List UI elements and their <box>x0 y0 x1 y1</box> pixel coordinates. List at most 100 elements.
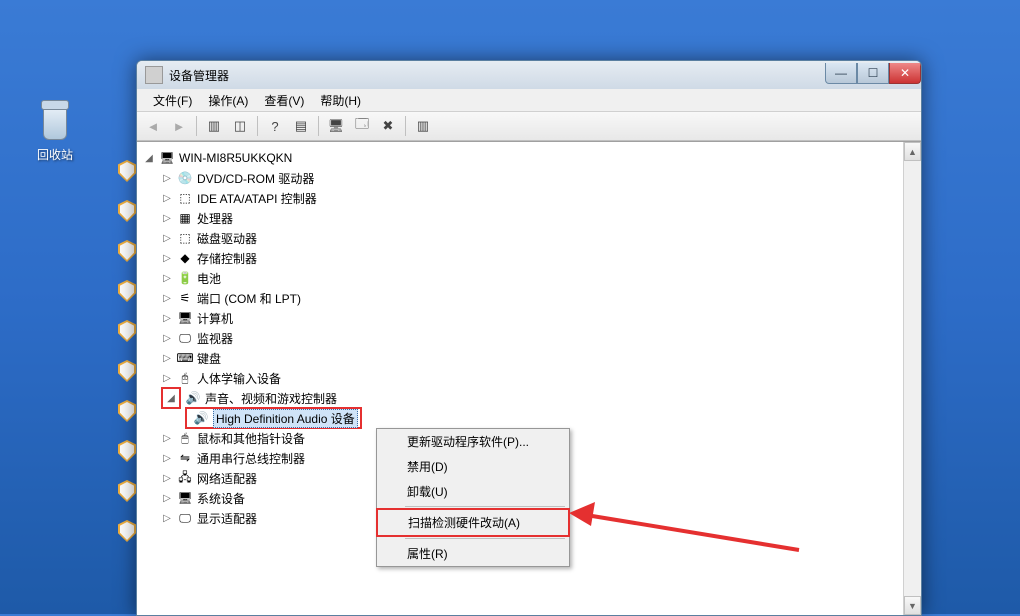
menu-help[interactable]: 帮助(H) <box>312 92 369 109</box>
recycle-bin-icon <box>37 100 73 140</box>
battery-icon: 🔋 <box>177 270 193 286</box>
expand-icon[interactable]: ▷ <box>161 433 173 444</box>
tree-node-sound[interactable]: ◢ 🔊声音、视频和游戏控制器 <box>143 388 915 408</box>
refresh-button[interactable]: 🖥 <box>324 114 348 138</box>
tool-button[interactable]: ◫ <box>228 114 252 138</box>
tree-node-hid[interactable]: ▷ 🖰人体学输入设备 <box>143 368 915 388</box>
monitor-icon: 🖵 <box>177 330 193 346</box>
disk-icon: ⬚ <box>177 230 193 246</box>
recycle-bin[interactable]: 回收站 <box>25 100 85 163</box>
node-label: 系统设备 <box>197 490 245 507</box>
titlebar[interactable]: 设备管理器 — ☐ ✕ <box>137 61 921 89</box>
recycle-bin-label: 回收站 <box>37 148 73 162</box>
computer-icon: 🖥 <box>159 150 175 166</box>
node-label: 电池 <box>197 270 221 287</box>
expand-icon[interactable]: ▷ <box>161 213 173 224</box>
node-label: 监视器 <box>197 330 233 347</box>
menu-action[interactable]: 操作(A) <box>200 92 256 109</box>
tree-node-ports[interactable]: ▷⚟端口 (COM 和 LPT) <box>143 288 915 308</box>
toolbar: ◄ ► ▥ ◫ ? ▤ 🖥 🗔 ✖ ▥ <box>137 112 921 141</box>
context-disable[interactable]: 禁用(D) <box>377 454 569 479</box>
expand-icon[interactable]: ▷ <box>161 233 173 244</box>
tree-node-storage[interactable]: ▷◆存储控制器 <box>143 248 915 268</box>
back-button[interactable]: ◄ <box>141 114 165 138</box>
usb-icon: ⇋ <box>177 450 193 466</box>
expand-icon[interactable]: ▷ <box>161 193 173 204</box>
window-icon <box>145 66 163 84</box>
shield-icon <box>118 480 136 502</box>
menu-view[interactable]: 查看(V) <box>256 92 312 109</box>
node-label: 显示适配器 <box>197 510 257 527</box>
tool-button[interactable]: ▥ <box>411 114 435 138</box>
tree-node-computer[interactable]: ▷🖥计算机 <box>143 308 915 328</box>
shield-icon <box>118 360 136 382</box>
expand-icon[interactable]: ▷ <box>161 173 173 184</box>
shield-icon <box>118 400 136 422</box>
shield-icon <box>118 440 136 462</box>
node-label: DVD/CD-ROM 驱动器 <box>197 170 314 187</box>
context-properties[interactable]: 属性(R) <box>377 541 569 566</box>
tree-node-sound-child[interactable]: 🔊 High Definition Audio 设备 <box>143 408 915 428</box>
scroll-down-button[interactable]: ▼ <box>904 596 921 615</box>
tree-node-dvd[interactable]: ▷ 💿DVD/CD-ROM 驱动器 <box>143 168 915 188</box>
tree-node-ide[interactable]: ▷⬚IDE ATA/ATAPI 控制器 <box>143 188 915 208</box>
menu-file[interactable]: 文件(F) <box>145 92 200 109</box>
display-icon: 🖵 <box>177 510 193 526</box>
shield-icon <box>118 160 136 182</box>
collapse-icon[interactable]: ◢ <box>165 393 177 404</box>
dvd-icon: 💿 <box>177 170 193 186</box>
node-label: 通用串行总线控制器 <box>197 450 305 467</box>
expand-icon[interactable]: ▷ <box>161 373 173 384</box>
expand-icon[interactable]: ▷ <box>161 493 173 504</box>
expand-icon[interactable]: ▷ <box>161 313 173 324</box>
scroll-up-button[interactable]: ▲ <box>904 142 921 161</box>
toolbar-separator <box>196 116 197 136</box>
scan-button[interactable]: 🗔 <box>350 114 374 138</box>
hid-icon: 🖰 <box>177 370 193 386</box>
node-label: 计算机 <box>197 310 233 327</box>
expand-icon[interactable]: ▷ <box>161 293 173 304</box>
forward-button[interactable]: ► <box>167 114 191 138</box>
expand-icon[interactable]: ▷ <box>161 453 173 464</box>
tool-button[interactable]: ▥ <box>202 114 226 138</box>
tool-button[interactable]: ✖ <box>376 114 400 138</box>
sound-icon: 🔊 <box>193 410 209 426</box>
vertical-scrollbar[interactable]: ▲ ▼ <box>903 142 921 615</box>
menubar: 文件(F) 操作(A) 查看(V) 帮助(H) <box>137 89 921 112</box>
selected-node-label: High Definition Audio 设备 <box>213 409 358 428</box>
node-label: 端口 (COM 和 LPT) <box>197 290 301 307</box>
context-menu: 更新驱动程序软件(P)... 禁用(D) 卸载(U) 扫描检测硬件改动(A) 属… <box>376 428 570 567</box>
tool-button[interactable]: ? <box>263 114 287 138</box>
context-uninstall[interactable]: 卸载(U) <box>377 479 569 504</box>
expand-icon[interactable]: ▷ <box>161 253 173 264</box>
tree-node-cpu[interactable]: ▷▦处理器 <box>143 208 915 228</box>
tree-node-keyboard[interactable]: ▷⌨键盘 <box>143 348 915 368</box>
node-label: 人体学输入设备 <box>197 370 281 387</box>
tree-node-battery[interactable]: ▷ 🔋电池 <box>143 268 915 288</box>
annotation-highlight: 🔊 High Definition Audio 设备 <box>185 407 362 429</box>
node-label: 键盘 <box>197 350 221 367</box>
toolbar-separator <box>257 116 258 136</box>
maximize-button[interactable]: ☐ <box>857 63 889 84</box>
node-label: 声音、视频和游戏控制器 <box>205 390 337 407</box>
tree-root[interactable]: ◢ 🖥 WIN-MI8R5UKKQKN <box>143 148 915 168</box>
storage-icon: ◆ <box>177 250 193 266</box>
toolbar-separator <box>318 116 319 136</box>
expand-icon[interactable]: ▷ <box>161 473 173 484</box>
shield-icon <box>118 200 136 222</box>
expand-icon[interactable]: ▷ <box>161 273 173 284</box>
context-scan-hardware[interactable]: 扫描检测硬件改动(A) <box>376 508 570 537</box>
tree-node-disk[interactable]: ▷⬚磁盘驱动器 <box>143 228 915 248</box>
menu-separator <box>405 506 565 507</box>
expand-icon[interactable]: ▷ <box>161 333 173 344</box>
tool-button[interactable]: ▤ <box>289 114 313 138</box>
tree-node-monitor[interactable]: ▷ 🖵监视器 <box>143 328 915 348</box>
close-button[interactable]: ✕ <box>889 63 921 84</box>
annotation-highlight: ◢ <box>161 387 181 409</box>
minimize-button[interactable]: — <box>825 63 857 84</box>
context-update-driver[interactable]: 更新驱动程序软件(P)... <box>377 429 569 454</box>
expand-icon[interactable]: ▷ <box>161 513 173 524</box>
toolbar-separator <box>405 116 406 136</box>
expand-icon[interactable]: ▷ <box>161 353 173 364</box>
collapse-icon[interactable]: ◢ <box>143 153 155 164</box>
